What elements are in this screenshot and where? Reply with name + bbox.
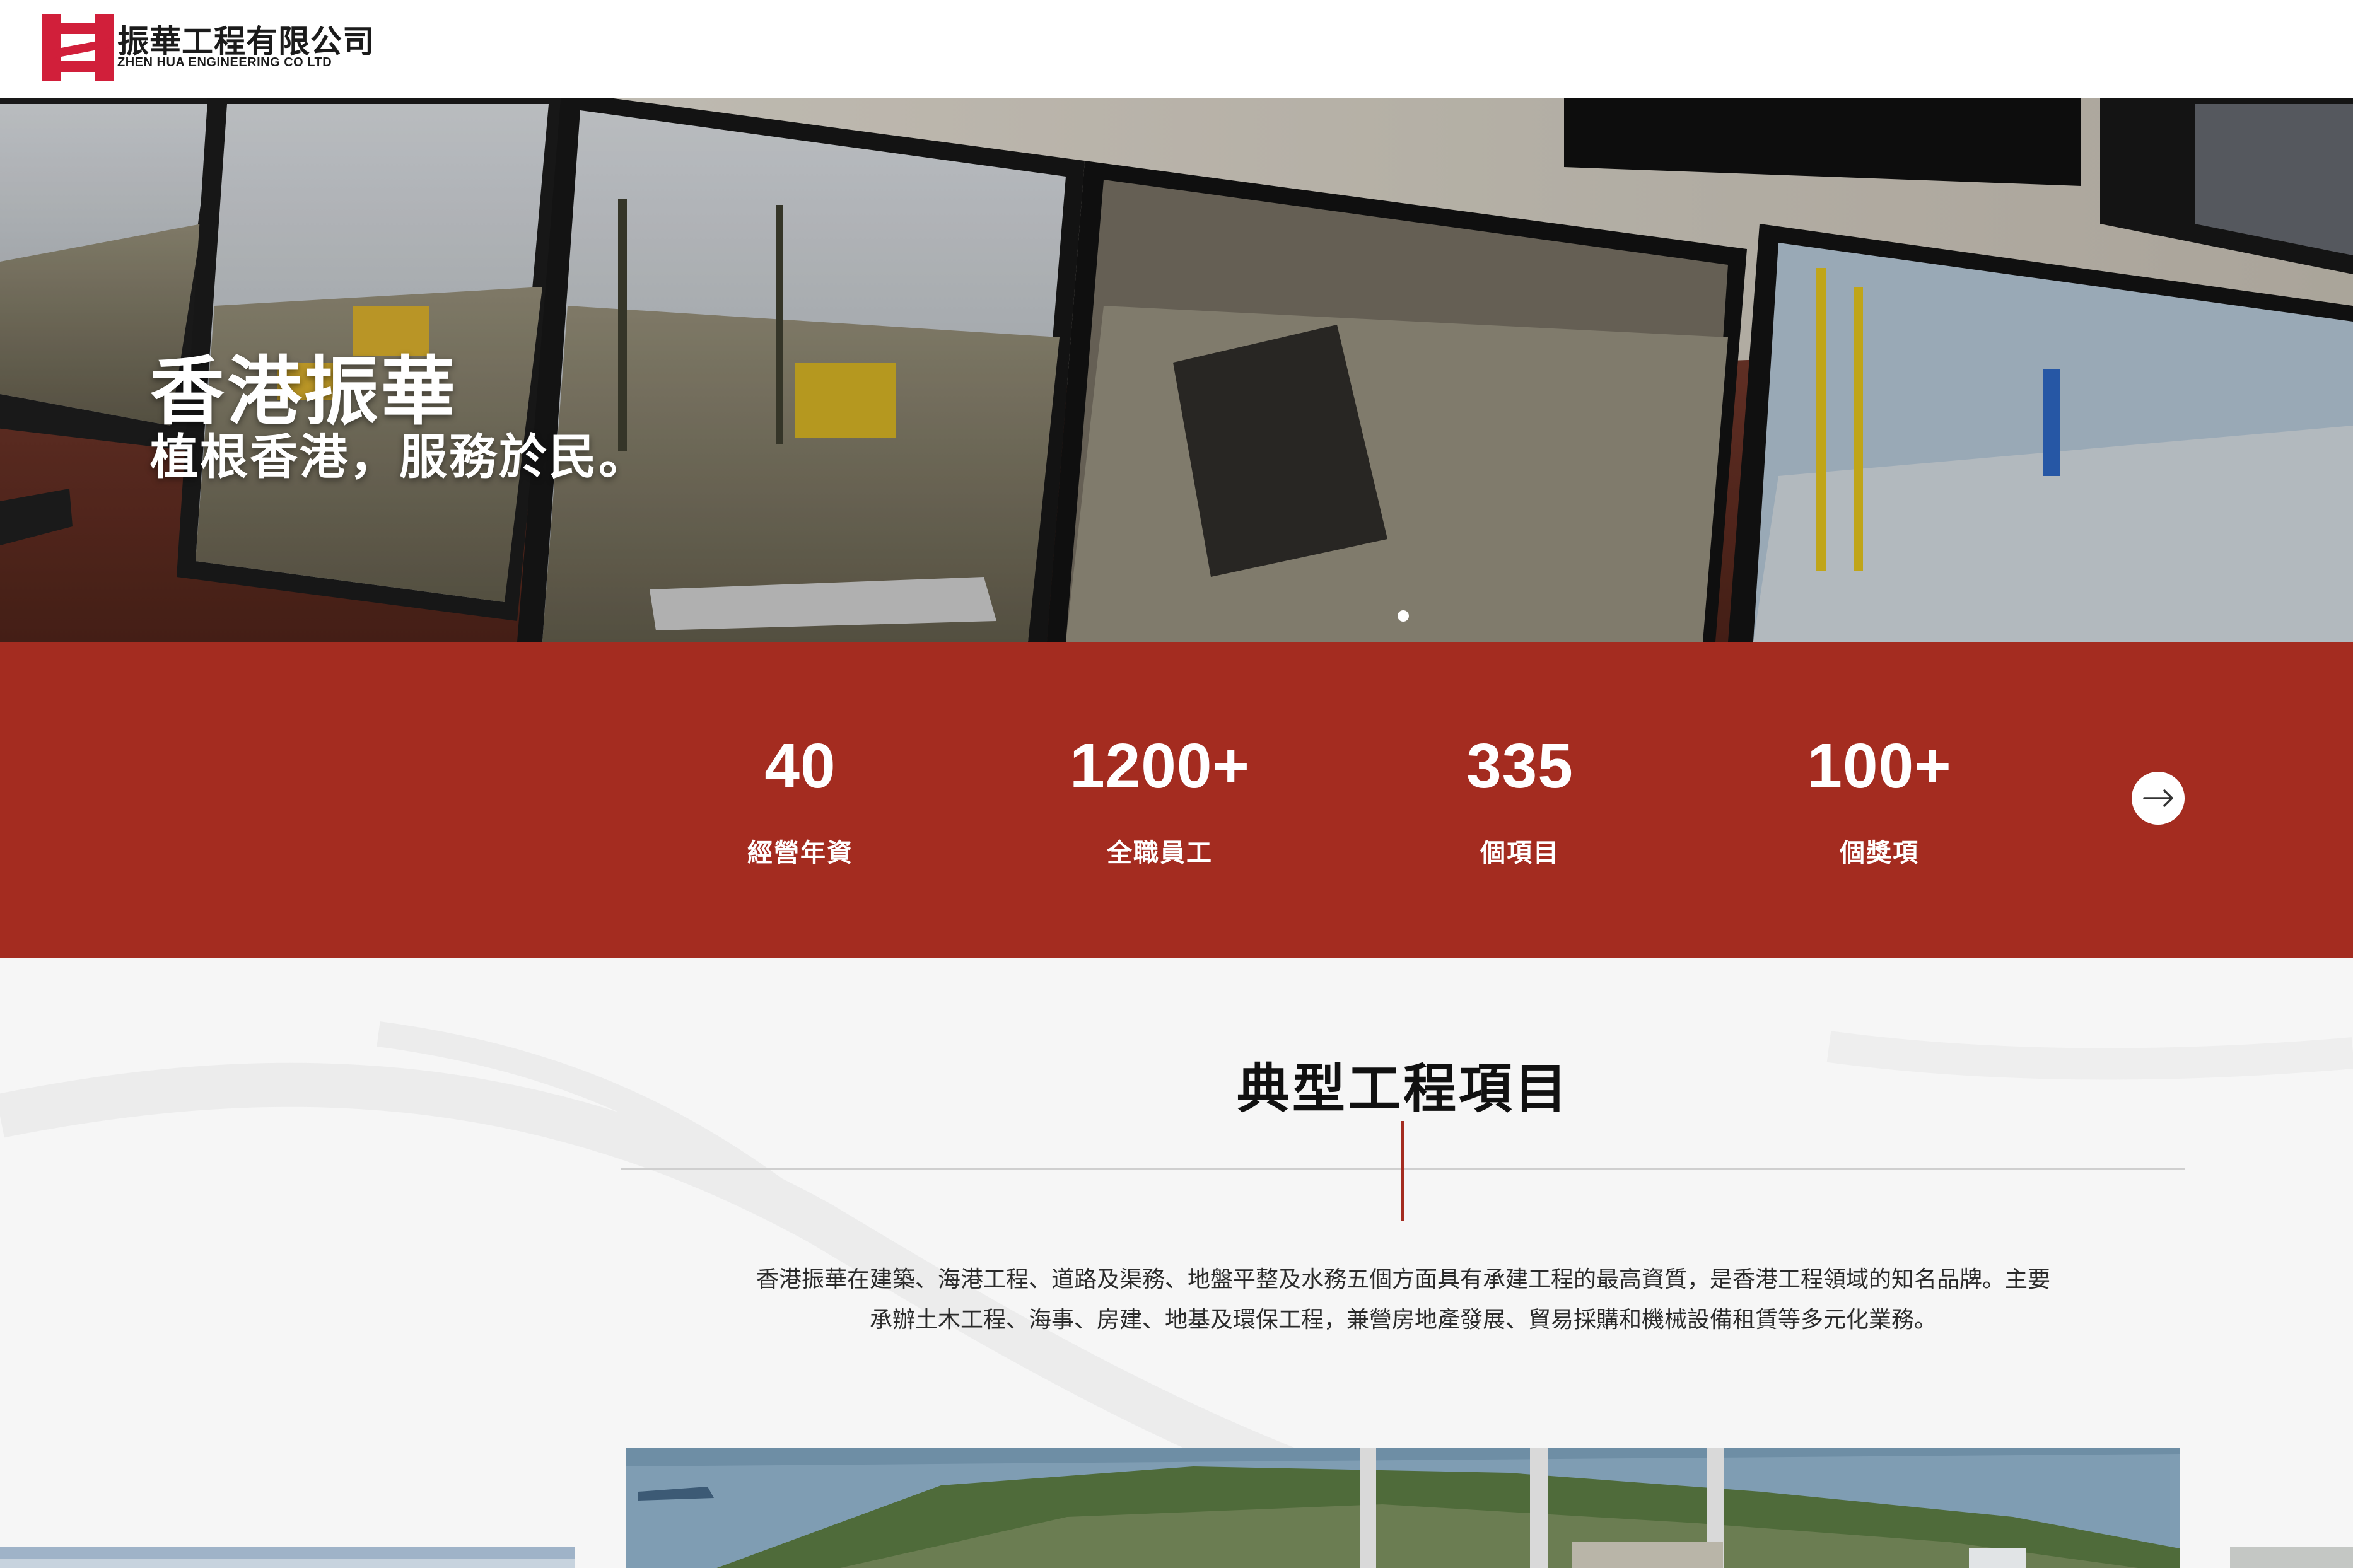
project-thumbnail — [626, 1448, 2180, 1568]
stat-label: 全職員工 — [1107, 839, 1213, 868]
zhenhua-logo-icon[interactable] — [42, 14, 114, 81]
project-card-main[interactable] — [626, 1448, 2180, 1568]
stats-band: 40 經營年資 1200+ 全職員工 335 個項目 100+ 個獎項 — [0, 642, 2353, 958]
stat-label: 個獎項 — [1840, 839, 1919, 868]
project-thumbnail — [0, 1547, 575, 1568]
slide-dot-icon[interactable] — [1398, 610, 1409, 622]
project-thumbnail — [2230, 1547, 2353, 1568]
section-title: 典型工程項目 — [1236, 1058, 1570, 1120]
hero-subtitle: 植根香港，服務於民。 — [150, 429, 648, 485]
description-line: 香港振華在建築、海港工程、道路及渠務、地盤平整及水務五個方面具有承建工程的最高資… — [756, 1267, 2050, 1292]
stat-value: 100+ — [1807, 731, 1952, 801]
stats-next-button[interactable] — [2132, 772, 2185, 825]
project-card-left[interactable] — [0, 1547, 575, 1568]
stat-value: 1200+ — [1070, 731, 1250, 801]
project-card-right[interactable] — [2230, 1547, 2353, 1568]
site-header: 振華工程有限公司 ZHEN HUA ENGINEERING CO LTD — [0, 0, 2353, 98]
arrow-right-icon — [2143, 789, 2173, 807]
hero-banner: 香港振華 植根香港，服務於民。 — [0, 98, 2353, 642]
stat-label: 個項目 — [1480, 839, 1560, 868]
description-line: 承辦土木工程、海事、房建、地基及環保工程，兼營房地產發展、貿易採購和機械設備租賃… — [869, 1307, 1937, 1333]
section-divider-accent — [1401, 1121, 1404, 1221]
company-name-en: ZHEN HUA ENGINEERING CO LTD — [117, 55, 332, 69]
projects-section: 典型工程項目 香港振華在建築、海港工程、道路及渠務、地盤平整及水務五個方面具有承… — [0, 958, 2353, 1568]
stat-label: 經營年資 — [747, 839, 853, 868]
stat-value: 335 — [1466, 731, 1574, 801]
stat-value: 40 — [764, 731, 836, 801]
section-description: 香港振華在建築、海港工程、道路及渠務、地盤平整及水務五個方面具有承建工程的最高資… — [725, 1260, 2081, 1340]
